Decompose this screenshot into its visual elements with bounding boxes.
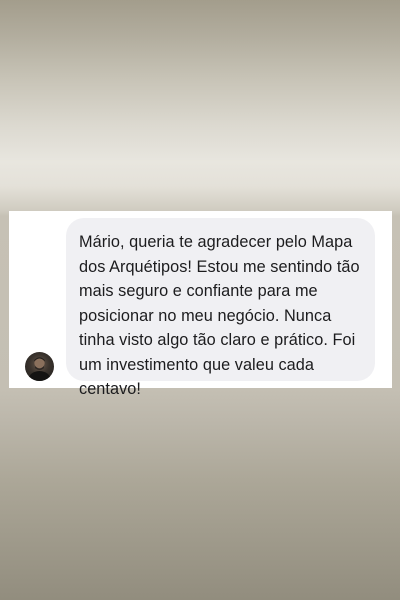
message-bubble[interactable]: Mário, queria te agradecer pelo Mapa dos… [66,218,375,398]
avatar[interactable] [25,352,54,381]
person-silhouette-icon [28,357,51,381]
chat-screenshot-panel: Mário, queria te agradecer pelo Mapa dos… [9,211,392,398]
message-text: Mário, queria te agradecer pelo Mapa dos… [79,233,360,398]
